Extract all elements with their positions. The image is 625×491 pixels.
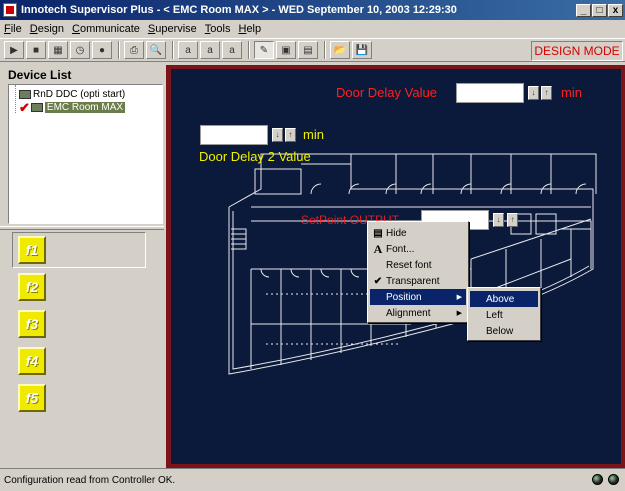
stop-icon[interactable]: ■ <box>26 41 46 59</box>
submenu-above[interactable]: Above <box>470 291 538 307</box>
toolbar-separator <box>172 41 174 59</box>
toolbar-separator <box>248 41 250 59</box>
window-title: Innotech Supervisor Plus - < EMC Room MA… <box>21 4 457 16</box>
record-icon[interactable]: ● <box>92 41 112 59</box>
function-key-f4[interactable]: f4 <box>18 347 46 375</box>
menu-tools[interactable]: Tools <box>205 23 231 35</box>
context-menu-reset-font[interactable]: Reset font <box>370 257 466 273</box>
submenu-arrow-icon: ▶ <box>456 310 462 317</box>
app-icon[interactable] <box>3 3 17 17</box>
minimize-button[interactable]: _ <box>576 3 591 17</box>
checkmark-icon: ✔ <box>19 99 30 115</box>
activity-led-icon <box>608 474 619 485</box>
submenu-left[interactable]: Left <box>470 307 538 323</box>
text-1-icon[interactable]: a <box>178 41 198 59</box>
toolbar-separator <box>324 41 326 59</box>
menu-communicate[interactable]: Communicate <box>72 23 140 35</box>
device-list-title: Device List <box>8 68 72 82</box>
status-bar: Configuration read from Controller OK. <box>0 468 625 491</box>
door-delay2-spin-up[interactable]: ↑ <box>285 128 296 142</box>
door-delay-unit: min <box>561 85 582 100</box>
save-icon[interactable]: 💾 <box>352 41 372 59</box>
toolbar: ▶ ■ ▦ ◷ ● ⎙ 🔍 a a a ✎ ▣ ▤ 📂 💾 DESIGN MOD… <box>0 38 625 62</box>
left-panel: Device List RnD DDC (opti start) ✔ EMC R… <box>0 64 164 467</box>
title-bar: Innotech Supervisor Plus - < EMC Room MA… <box>0 0 625 20</box>
preview-icon[interactable]: 🔍 <box>146 41 166 59</box>
menu-bar: File Design Communicate Supervise Tools … <box>0 20 625 38</box>
status-text: Configuration read from Controller OK. <box>4 474 176 486</box>
door-delay-label[interactable]: Door Delay Value <box>336 85 437 100</box>
context-menu-label: Alignment <box>386 307 431 319</box>
context-menu-position[interactable]: Position ▶ <box>370 289 466 305</box>
paste-icon[interactable]: ▤ <box>298 41 318 59</box>
connection-led-icon <box>592 474 603 485</box>
menu-supervise[interactable]: Supervise <box>148 23 197 35</box>
menu-design[interactable]: Design <box>30 23 64 35</box>
device-tree[interactable]: RnD DDC (opti start) ✔ EMC Room MAX <box>8 84 163 224</box>
window-controls: _ □ x <box>576 3 623 17</box>
play-icon[interactable]: ▶ <box>4 41 24 59</box>
door-delay-spin-up[interactable]: ↑ <box>541 86 552 100</box>
door-delay2-value-field[interactable] <box>200 125 268 145</box>
context-menu-transparent[interactable]: ✔ Transparent <box>370 273 466 289</box>
checkmark-icon: ✔ <box>373 275 383 287</box>
maximize-button[interactable]: □ <box>592 3 607 17</box>
door-delay-spin-down[interactable]: ↓ <box>528 86 539 100</box>
submenu-arrow-icon: ▶ <box>456 294 462 301</box>
context-menu-alignment[interactable]: Alignment ▶ <box>370 305 466 321</box>
function-key-f1[interactable]: f1 <box>18 236 46 264</box>
setpoint-spin-up[interactable]: ↑ <box>507 213 518 227</box>
menu-help[interactable]: Help <box>238 23 261 35</box>
close-button[interactable]: x <box>608 3 623 17</box>
context-menu-label: Hide <box>386 227 407 239</box>
context-menu: ▤ Hide A Font... Reset font ✔ Transparen… <box>367 221 469 323</box>
setpoint-spin-down[interactable]: ↓ <box>493 213 504 227</box>
design-mode-indicator: DESIGN MODE <box>531 41 623 61</box>
device-label: EMC Room MAX <box>44 102 126 113</box>
print-icon[interactable]: ⎙ <box>124 41 144 59</box>
image-icon[interactable]: ▣ <box>276 41 296 59</box>
door-delay2-unit: min <box>303 127 324 142</box>
toolbar-separator <box>118 41 120 59</box>
submenu-below[interactable]: Below <box>470 323 538 339</box>
position-submenu: Above Left Below <box>467 287 541 341</box>
context-menu-label: Position <box>386 291 422 303</box>
context-menu-font[interactable]: A Font... <box>370 241 466 257</box>
font-icon: A <box>373 241 383 256</box>
context-menu-label: Transparent <box>386 275 440 287</box>
controller-icon <box>30 103 43 112</box>
door-delay2-label[interactable]: Door Delay 2 Value <box>199 149 311 164</box>
door-delay2-spin-down[interactable]: ↓ <box>272 128 283 142</box>
design-canvas-frame: Door Delay Value ↓ ↑ min ↓ ↑ min Door De… <box>166 65 625 468</box>
device-label: RnD DDC (opti start) <box>33 89 126 100</box>
function-key-f5[interactable]: f5 <box>18 384 46 412</box>
open-icon[interactable]: 📂 <box>330 41 350 59</box>
text-2-icon[interactable]: a <box>200 41 220 59</box>
door-delay-value-field[interactable] <box>456 83 524 103</box>
panel-splitter[interactable] <box>0 226 164 230</box>
hide-icon: ▤ <box>373 227 383 239</box>
context-menu-hide[interactable]: ▤ Hide <box>370 225 466 241</box>
clock-icon[interactable]: ◷ <box>70 41 90 59</box>
device-item-rnd-ddc[interactable]: RnD DDC (opti start) <box>19 88 125 101</box>
device-item-emc-room-max[interactable]: ✔ EMC Room MAX <box>19 99 126 115</box>
grid-icon[interactable]: ▦ <box>48 41 68 59</box>
function-keys-panel: f1 f2 f3 f4 f5 <box>0 232 164 467</box>
function-key-f3[interactable]: f3 <box>18 310 46 338</box>
tree-connector <box>15 85 16 113</box>
function-key-f2[interactable]: f2 <box>18 273 46 301</box>
context-menu-label: Font... <box>386 243 415 255</box>
design-icon[interactable]: ✎ <box>254 41 274 59</box>
menu-file[interactable]: File <box>4 23 22 35</box>
controller-icon <box>19 90 31 99</box>
design-canvas[interactable]: Door Delay Value ↓ ↑ min ↓ ↑ min Door De… <box>171 69 621 464</box>
text-3-icon[interactable]: a <box>222 41 242 59</box>
context-menu-label: Reset font <box>386 259 432 271</box>
